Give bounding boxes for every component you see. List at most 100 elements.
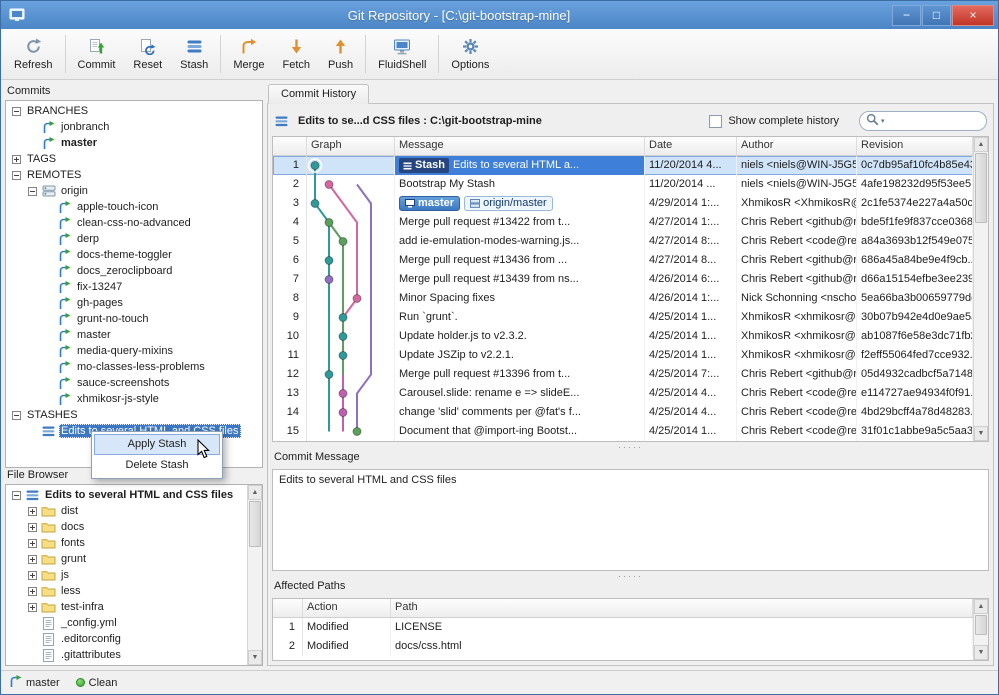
tree-item-mo-classes-less-problems[interactable]: mo-classes-less-problems xyxy=(8,359,262,375)
show-complete-history-checkbox[interactable] xyxy=(709,114,723,128)
collapse-icon[interactable] xyxy=(12,106,21,116)
ap-column-header-num[interactable] xyxy=(273,599,303,617)
commit-row[interactable]: 9 Run `grunt`. 4/25/2014 1... XhmikosR <xhm… xyxy=(273,308,973,327)
tree-item-origin[interactable]: origin xyxy=(8,183,262,199)
tree-item-fix-13247[interactable]: fix-13247 xyxy=(8,279,262,295)
commit-row[interactable]: 3 master origin/master 4/29/2014 1:... Xhmik… xyxy=(273,194,973,213)
toolbar-button-fluidshell[interactable]: FluidShell xyxy=(369,35,435,74)
tree-item-derp[interactable]: derp xyxy=(8,231,262,247)
toolbar-button-merge[interactable]: Merge xyxy=(224,35,273,74)
commit-row[interactable]: 14 change 'slid' comments per @fat's f...… xyxy=(273,403,973,422)
collapse-icon[interactable] xyxy=(12,410,21,420)
expand-icon[interactable] xyxy=(12,154,21,164)
tree-item-media-query-mixins[interactable]: media-query-mixins xyxy=(8,343,262,359)
column-header-revision[interactable]: Revision xyxy=(857,137,973,155)
column-header-date[interactable]: Date xyxy=(645,137,737,155)
scroll-thumb[interactable] xyxy=(975,615,987,635)
commit-row[interactable]: 13 Carousel.slide: rename e => slideE... 4… xyxy=(273,384,973,403)
expand-icon[interactable] xyxy=(28,570,37,580)
toolbar-button-options[interactable]: Options xyxy=(442,35,498,74)
tree-item-grunt-no-touch[interactable]: grunt-no-touch xyxy=(8,311,262,327)
tree-item-tags[interactable]: TAGS xyxy=(8,151,262,167)
column-header-author[interactable]: Author xyxy=(737,137,857,155)
expand-icon[interactable] xyxy=(28,554,37,564)
toolbar-button-commit[interactable]: Commit xyxy=(69,35,125,74)
maximize-button[interactable]: □ xyxy=(922,4,951,26)
splitter-handle[interactable]: ····· xyxy=(272,571,989,580)
toolbar-button-push[interactable]: Push xyxy=(319,35,362,74)
commit-row[interactable]: 7 Merge pull request #13439 from ns... 4/2… xyxy=(273,270,973,289)
toolbar-button-refresh[interactable]: Refresh xyxy=(5,35,62,74)
tree-item-branches[interactable]: BRANCHES xyxy=(8,103,262,119)
ap-column-header-action[interactable]: Action xyxy=(303,599,391,617)
history-search-input[interactable] xyxy=(886,114,980,128)
commit-table-scrollbar[interactable]: ▲ ▼ xyxy=(973,137,988,441)
scroll-thumb[interactable] xyxy=(975,153,987,223)
commit-row[interactable]: 6 Merge pull request #13436 from ... 4/27/… xyxy=(273,251,973,270)
tree-item-gh-pages[interactable]: gh-pages xyxy=(8,295,262,311)
collapse-icon[interactable] xyxy=(12,170,21,180)
close-button[interactable]: × xyxy=(952,4,994,26)
scroll-up-button[interactable]: ▲ xyxy=(974,137,988,152)
collapse-icon[interactable] xyxy=(28,186,37,196)
tree-item-xhmikosr-js-style[interactable]: xhmikosr-js-style xyxy=(8,391,262,407)
tree-item-dist[interactable]: dist xyxy=(8,503,262,519)
scroll-thumb[interactable] xyxy=(249,501,261,547)
scroll-up-button[interactable]: ▲ xyxy=(974,599,988,614)
minimize-button[interactable]: − xyxy=(892,4,921,26)
commit-row[interactable]: 11 Update JSZip to v2.2.1. 4/25/2014 1... X… xyxy=(273,346,973,365)
tree-item-less[interactable]: less xyxy=(8,583,262,599)
commit-row[interactable]: 10 Update holder.js to v2.3.2. 4/25/2014 1… xyxy=(273,327,973,346)
tree-item-master[interactable]: master xyxy=(8,135,262,151)
tree-item-js[interactable]: js xyxy=(8,567,262,583)
history-search[interactable]: ▾ xyxy=(859,111,987,131)
commit-row[interactable]: 1 Stash Edits to several HTML a... 11/20/20… xyxy=(273,156,973,175)
tree-item-docs-zeroclipboard[interactable]: docs_zeroclipboard xyxy=(8,263,262,279)
tree-item-grunt[interactable]: grunt xyxy=(8,551,262,567)
column-header-graph[interactable]: Graph xyxy=(307,137,395,155)
tree-item-stashes[interactable]: STASHES xyxy=(8,407,262,423)
affected-paths-scrollbar[interactable]: ▲ ▼ xyxy=(973,599,988,660)
commit-row[interactable]: 8 Minor Spacing fixes 4/26/2014 1:... Nick … xyxy=(273,289,973,308)
tree-item-remotes[interactable]: REMOTES xyxy=(8,167,262,183)
scroll-down-button[interactable]: ▼ xyxy=(974,426,988,441)
tab-commit-history[interactable]: Commit History xyxy=(268,84,370,104)
ap-column-header-path[interactable]: Path xyxy=(391,599,973,617)
scroll-down-button[interactable]: ▼ xyxy=(248,650,262,665)
search-options-caret[interactable]: ▾ xyxy=(881,117,885,125)
expand-icon[interactable] xyxy=(28,506,37,516)
tree-item-config-yml[interactable]: _config.yml xyxy=(8,615,262,631)
collapse-icon[interactable] xyxy=(12,490,21,500)
tree-item-apple-touch-icon[interactable]: apple-touch-icon xyxy=(8,199,262,215)
tree-item-fonts[interactable]: fonts xyxy=(8,535,262,551)
tree-item-clean-css-no-advanced[interactable]: clean-css-no-advanced xyxy=(8,215,262,231)
commit-row[interactable]: 15 Document that @import-ing Bootst... 4/2… xyxy=(273,422,973,441)
commit-row[interactable]: 5 add ie-emulation-modes-warning.js... 4/2… xyxy=(273,232,973,251)
tree-item-test-infra[interactable]: test-infra xyxy=(8,599,262,615)
affected-path-row[interactable]: 2 Modified docs/css.html xyxy=(273,637,973,656)
tree-item-sauce-screenshots[interactable]: sauce-screenshots xyxy=(8,375,262,391)
commit-message-box[interactable]: Edits to several HTML and CSS files xyxy=(272,469,989,571)
scroll-down-button[interactable]: ▼ xyxy=(974,645,988,660)
column-header-num[interactable] xyxy=(273,137,307,155)
scroll-up-button[interactable]: ▲ xyxy=(248,485,262,500)
column-header-message[interactable]: Message xyxy=(395,137,645,155)
splitter-handle[interactable]: ····· xyxy=(272,442,989,451)
affected-path-row[interactable]: 1 Modified LICENSE xyxy=(273,618,973,637)
titlebar[interactable]: Git Repository - [C:\git-bootstrap-mine]… xyxy=(1,1,998,29)
file-browser-scrollbar[interactable]: ▲ ▼ xyxy=(247,485,262,665)
tree-item-docs-theme-toggler[interactable]: docs-theme-toggler xyxy=(8,247,262,263)
tree-item-master[interactable]: master xyxy=(8,327,262,343)
tree-item-jonbranch[interactable]: jonbranch xyxy=(8,119,262,135)
tree-item-edits-to-several-html-and-css-files[interactable]: Edits to several HTML and CSS files xyxy=(8,487,262,503)
toolbar-button-fetch[interactable]: Fetch xyxy=(274,35,320,74)
tree-item-editorconfig[interactable]: .editorconfig xyxy=(8,631,262,647)
tree-item-gitattributes[interactable]: .gitattributes xyxy=(8,647,262,663)
expand-icon[interactable] xyxy=(28,522,37,532)
commit-row[interactable]: 12 Merge pull request #13396 from t... 4/2… xyxy=(273,365,973,384)
commit-row[interactable]: 4 Merge pull request #13422 from t... 4/27… xyxy=(273,213,973,232)
toolbar-button-reset[interactable]: Reset xyxy=(124,35,171,74)
tree-item-docs[interactable]: docs xyxy=(8,519,262,535)
expand-icon[interactable] xyxy=(28,538,37,548)
toolbar-button-stash[interactable]: Stash xyxy=(171,35,217,74)
